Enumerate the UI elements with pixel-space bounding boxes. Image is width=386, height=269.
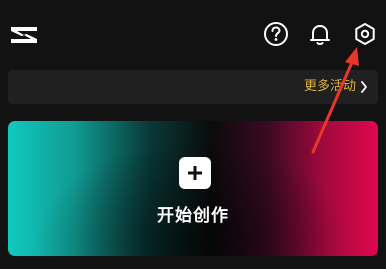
more-activities-link[interactable]: 更多活动 (304, 78, 368, 96)
activity-banner[interactable]: 更多活动 (8, 70, 378, 104)
start-creating-card[interactable]: 开始创作 (8, 121, 378, 256)
more-activities-label: 更多活动 (303, 79, 356, 94)
top-bar (0, 0, 386, 66)
capcut-logo-icon (8, 22, 40, 48)
bell-icon[interactable] (306, 20, 334, 48)
settings-gear-icon[interactable] (351, 20, 379, 48)
help-icon[interactable] (262, 20, 290, 48)
plus-icon (179, 157, 211, 189)
start-creating-label: 开始创作 (157, 206, 229, 226)
chevron-right-icon (361, 81, 367, 93)
